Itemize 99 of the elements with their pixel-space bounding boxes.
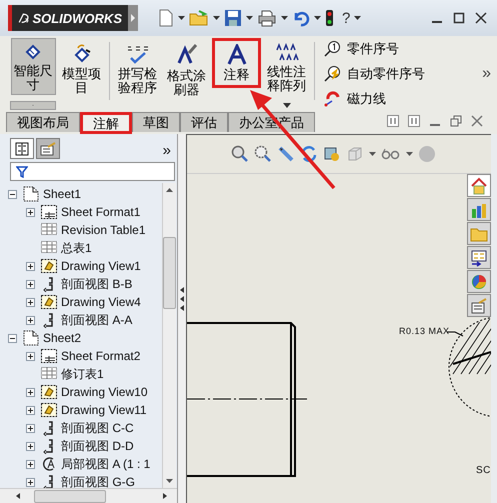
ribbon-button[interactable]: 模型项目 [58, 38, 105, 100]
magnet-icon [323, 90, 341, 108]
filter-icon [16, 166, 28, 178]
ribbon-button[interactable]: 自动零件序号 [319, 62, 429, 85]
collapse-icon[interactable] [8, 190, 17, 198]
print-icon[interactable] [257, 9, 277, 27]
expand-icon[interactable] [26, 298, 35, 306]
tab[interactable]: 注解 [80, 112, 132, 134]
more-chevron[interactable]: » [482, 65, 491, 83]
traffic-light-icon[interactable] [325, 9, 334, 27]
tree-item[interactable]: 总表1 [61, 240, 92, 256]
tree-item[interactable]: 剖面视图 D-D [61, 438, 134, 454]
vertical-scrollbar[interactable] [162, 183, 176, 488]
tree-item[interactable]: 剖面视图 G-G [61, 474, 135, 488]
expand-icon[interactable] [26, 316, 35, 324]
property-sheet-icon [40, 142, 56, 156]
close-icon[interactable] [475, 12, 487, 24]
expand-icon[interactable] [26, 388, 35, 396]
table-icon [40, 366, 58, 382]
ribbon-button[interactable]: 线性注释阵列 [263, 38, 310, 98]
tree-item[interactable]: 修订表1 [61, 366, 104, 382]
dimension-icon [23, 42, 43, 62]
sheet-format-icon [40, 204, 58, 220]
home-icon[interactable] [467, 174, 491, 197]
expand-icon[interactable] [26, 280, 35, 288]
tree-item[interactable]: 剖面视图 C-C [61, 420, 134, 436]
expand-icon[interactable] [26, 424, 35, 432]
glasses-icon[interactable] [381, 147, 401, 161]
linear-pattern-icon [274, 43, 298, 63]
collapse-icon[interactable] [8, 334, 17, 342]
ribbon-button[interactable]: 格式涂刷器 [163, 38, 210, 102]
tab[interactable]: 草图 [132, 112, 180, 132]
ribbon-button[interactable]: 注释 [212, 38, 261, 88]
zoom-area-icon[interactable] [254, 145, 272, 163]
tree-item[interactable]: Sheet1 [43, 187, 82, 201]
ribbon-button[interactable]: 智能尺寸 [10, 38, 56, 96]
tree-item[interactable]: 剖面视图 A-A [61, 312, 132, 328]
ribbon-button[interactable]: 磁力线 [319, 88, 429, 110]
scroll-thumb[interactable] [163, 237, 176, 309]
sheet-format-icon [40, 348, 58, 364]
property-tab[interactable] [36, 138, 60, 159]
tree-item[interactable]: 剖面视图 B-B [61, 276, 132, 292]
ribbon-button[interactable]: 拼写检验程序 [114, 38, 161, 100]
tree-item[interactable]: Drawing View4 [61, 295, 141, 309]
drawing-view-icon [40, 294, 58, 310]
drawing-view-icon [40, 402, 58, 418]
tree-item[interactable]: Drawing View1 [61, 259, 141, 273]
expand-icon[interactable] [26, 262, 35, 270]
new-document-icon[interactable] [158, 9, 174, 27]
sheet-icon [22, 330, 40, 346]
table-icon [40, 240, 58, 256]
sheet-icon [22, 186, 40, 202]
note-icon [226, 44, 248, 66]
tab[interactable]: 视图布局 [6, 112, 80, 132]
restore-icon[interactable] [450, 115, 462, 127]
expand-icon[interactable] [26, 478, 35, 486]
tree-item[interactable]: Drawing View10 [61, 385, 148, 399]
tile-left-icon[interactable] [387, 115, 399, 127]
scroll-thumb[interactable] [34, 490, 106, 502]
save-icon[interactable] [224, 9, 242, 27]
zoom-icon[interactable] [231, 145, 249, 163]
expand-icon[interactable] [26, 352, 35, 360]
drawing-view-icon [40, 258, 58, 274]
tree-item[interactable]: Sheet Format1 [61, 205, 140, 219]
table-icon [40, 222, 58, 238]
tree-item[interactable]: Sheet2 [43, 331, 82, 345]
tree-item[interactable]: Revision Table1 [61, 223, 146, 237]
feature-tree-icon [15, 142, 29, 156]
tab[interactable]: 评估 [180, 112, 228, 132]
balloon-icon [323, 40, 341, 58]
app-logo: SOLIDWORKS [32, 10, 122, 26]
more-chevron[interactable]: » [162, 142, 171, 159]
auto-balloon-icon [323, 64, 341, 83]
ribbon-button[interactable]: 零件序号 [319, 38, 429, 60]
expand-icon[interactable] [26, 208, 35, 216]
view-palette-icon[interactable] [467, 246, 491, 269]
refresh-icon[interactable] [300, 145, 318, 163]
view-icon[interactable] [323, 145, 341, 163]
help-label[interactable]: ? [342, 10, 350, 26]
custom-properties-icon[interactable] [467, 294, 491, 317]
pencil-icon[interactable] [277, 145, 295, 163]
collapse-handle-icon[interactable] [179, 286, 185, 312]
undo-icon[interactable] [292, 9, 310, 27]
expand-icon[interactable] [26, 442, 35, 450]
tree-item[interactable]: Sheet Format2 [61, 349, 140, 363]
filter-field[interactable] [10, 162, 175, 181]
horizontal-scrollbar[interactable] [0, 488, 177, 503]
tile-right-icon[interactable] [408, 115, 420, 127]
tree-item[interactable]: 局部视图 A (1 : 1 [61, 456, 150, 472]
feature-tree-tab[interactable] [10, 138, 34, 159]
dimension-note: R0.13 MAX [399, 326, 450, 336]
drawing-view-icon [40, 384, 58, 400]
expand-icon[interactable] [26, 460, 35, 468]
tree-item[interactable]: Drawing View11 [61, 403, 147, 417]
expand-icon[interactable] [26, 406, 35, 414]
maximize-icon[interactable] [453, 12, 465, 24]
library-icon[interactable] [467, 198, 491, 221]
note-text: SC [476, 465, 491, 476]
appearance-icon[interactable] [467, 270, 491, 293]
